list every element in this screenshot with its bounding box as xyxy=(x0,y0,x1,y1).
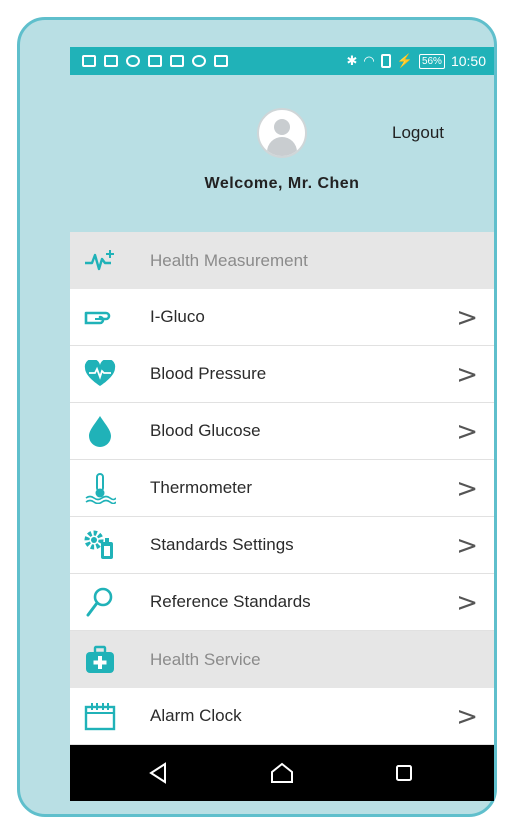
calendar-icon xyxy=(84,700,116,732)
home-button[interactable] xyxy=(268,759,296,787)
main-menu: Health Measurement I-Gluco > Blood Press… xyxy=(70,232,494,745)
clock-time: 10:50 xyxy=(450,53,486,69)
welcome-message: Welcome, Mr. Chen xyxy=(204,175,360,192)
menu-item-blood-pressure[interactable]: Blood Pressure > xyxy=(70,346,494,403)
menu-item-label: Blood Pressure xyxy=(150,364,267,383)
message-icon xyxy=(82,55,96,67)
video-icon xyxy=(104,55,118,67)
section-label: Health Service xyxy=(150,649,261,669)
chevron-right-icon: > xyxy=(456,417,478,447)
menu-item-label: I-Gluco xyxy=(150,307,205,326)
notification-icons xyxy=(82,55,228,67)
phone-screen: ✱ ◠ ⚡ 56% 10:50 Logout Welcome, Mr. Chen… xyxy=(70,47,494,801)
chevron-right-icon: > xyxy=(456,474,478,504)
search-icon xyxy=(84,586,116,618)
menu-item-thermometer[interactable]: Thermometer > xyxy=(70,460,494,517)
bluetooth-icon: ✱ xyxy=(346,53,358,68)
sim-icon xyxy=(380,54,391,68)
mail-icon xyxy=(170,55,184,67)
chevron-right-icon: > xyxy=(456,531,478,561)
app-icon xyxy=(214,55,228,67)
avatar-body-icon xyxy=(267,137,297,156)
menu-item-label: Thermometer xyxy=(150,478,253,497)
menu-item-label: Alarm Clock xyxy=(150,706,242,725)
menu-item-label: Reference Standards xyxy=(150,592,311,611)
battery-indicator: 56% xyxy=(418,53,445,69)
chevron-right-icon: > xyxy=(456,588,478,618)
android-nav-bar xyxy=(70,745,494,801)
heart-icon xyxy=(84,358,116,390)
back-triangle-icon xyxy=(149,762,166,784)
menu-item-label: Blood Glucose xyxy=(150,421,261,440)
sync-icon xyxy=(192,55,206,67)
avatar[interactable] xyxy=(257,108,307,158)
bulb-icon xyxy=(126,55,140,67)
menu-item-alarm-clock[interactable]: Alarm Clock > xyxy=(70,688,494,745)
image-icon xyxy=(148,55,162,67)
menu-item-label: Standards Settings xyxy=(150,535,294,554)
chevron-right-icon: > xyxy=(456,702,478,732)
section-health-measurement: Health Measurement xyxy=(70,232,494,289)
menu-item-i-gluco[interactable]: I-Gluco > xyxy=(70,289,494,346)
drop-icon xyxy=(84,415,116,447)
chevron-right-icon: > xyxy=(456,303,478,333)
thermometer-icon xyxy=(84,472,116,504)
wifi-icon: ◠ xyxy=(363,53,375,68)
home-icon xyxy=(271,762,293,783)
status-bar: ✱ ◠ ⚡ 56% 10:50 xyxy=(70,47,494,75)
menu-item-reference-standards[interactable]: Reference Standards > xyxy=(70,574,494,631)
charging-icon: ⚡ xyxy=(396,53,413,68)
square-icon xyxy=(396,765,412,781)
profile-header: Logout Welcome, Mr. Chen xyxy=(70,75,494,232)
finger-icon xyxy=(84,301,116,333)
pulse-icon xyxy=(84,245,116,277)
chevron-right-icon: > xyxy=(456,360,478,390)
gear-icon xyxy=(84,529,116,561)
recent-apps-button[interactable] xyxy=(390,759,418,787)
system-indicators: ✱ ◠ ⚡ 56% 10:50 xyxy=(347,53,487,69)
section-label: Health Measurement xyxy=(150,250,308,270)
avatar-head-icon xyxy=(274,119,290,135)
logout-button[interactable]: Logout xyxy=(392,123,444,143)
menu-item-standards-settings[interactable]: Standards Settings > xyxy=(70,517,494,574)
menu-item-blood-glucose[interactable]: Blood Glucose > xyxy=(70,403,494,460)
first-aid-icon xyxy=(84,644,116,676)
section-health-service: Health Service xyxy=(70,631,494,688)
back-button[interactable] xyxy=(144,759,172,787)
